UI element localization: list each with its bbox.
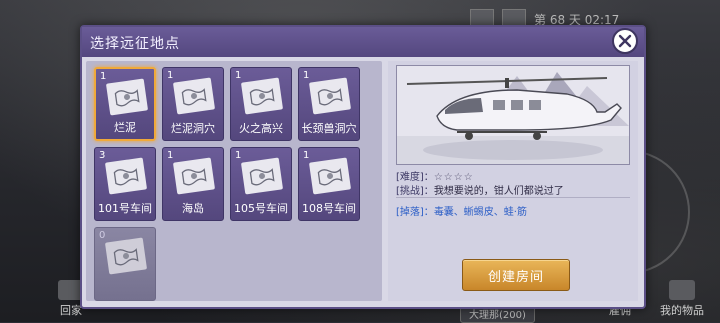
location-tile[interactable]: 1 烂泥 bbox=[94, 67, 156, 141]
ticket-count: 1 bbox=[100, 71, 107, 82]
close-button[interactable] bbox=[612, 28, 638, 54]
location-tile[interactable]: 1 105号车间 bbox=[230, 147, 292, 221]
location-tile[interactable]: 1 烂泥洞穴 bbox=[162, 67, 224, 141]
drops-label: [掉落]： bbox=[396, 207, 434, 218]
close-x-icon bbox=[618, 34, 632, 48]
location-name: 105号车间 bbox=[234, 202, 288, 215]
items-button[interactable]: 我的物品 bbox=[658, 280, 706, 318]
map-scroll-icon bbox=[172, 77, 216, 115]
ticket-count: 1 bbox=[167, 70, 174, 81]
ticket-count: 1 bbox=[235, 70, 242, 81]
location-tile[interactable]: 1 海岛 bbox=[162, 147, 224, 221]
location-name: 火之高兴 bbox=[239, 122, 283, 135]
map-scroll-icon bbox=[104, 237, 148, 275]
ticket-count: 1 bbox=[235, 150, 242, 161]
challenge-label: [挑战]： bbox=[396, 186, 434, 197]
ticket-count: 1 bbox=[303, 150, 310, 161]
location-name: 烂泥洞穴 bbox=[171, 122, 215, 135]
dialog-header: 选择远征地点 bbox=[82, 27, 644, 57]
ticket-count: 3 bbox=[99, 150, 106, 161]
drops-row: [掉落]：毒囊、蜥蜴皮、蛙·筋 bbox=[396, 203, 527, 218]
info-divider bbox=[396, 197, 630, 198]
home-label: 回家 bbox=[60, 304, 82, 317]
location-tile[interactable]: 0 bbox=[94, 227, 156, 301]
difficulty-row: [难度]：☆☆☆☆ bbox=[396, 168, 474, 183]
map-scroll-icon bbox=[308, 157, 352, 195]
location-grid: 1 烂泥 1 烂泥洞穴 1 火之高兴 1 长颈兽洞穴 3 101号车间 1 海岛 1 105号车间 1 108… bbox=[86, 61, 382, 301]
location-tile[interactable]: 1 长颈兽洞穴 bbox=[298, 67, 360, 141]
items-label: 我的物品 bbox=[660, 304, 704, 317]
location-tile[interactable]: 3 101号车间 bbox=[94, 147, 156, 221]
ticket-count: 1 bbox=[167, 150, 174, 161]
map-scroll-icon bbox=[172, 157, 216, 195]
location-name: 烂泥 bbox=[114, 121, 136, 134]
ticket-count: 1 bbox=[303, 70, 310, 81]
location-name: 海岛 bbox=[182, 202, 204, 215]
location-info-panel: [难度]：☆☆☆☆ [挑战]：我想要说的，钳人们都说过了 [掉落]：毒囊、蜥蜴皮… bbox=[388, 61, 638, 301]
location-preview-image bbox=[396, 65, 630, 165]
map-scroll-icon bbox=[308, 77, 352, 115]
map-scroll-icon bbox=[240, 157, 284, 195]
chest-icon bbox=[669, 280, 695, 300]
map-scroll-icon bbox=[240, 77, 284, 115]
ticket-count: 0 bbox=[99, 230, 106, 241]
challenge-row: [挑战]：我想要说的，钳人们都说过了 bbox=[396, 182, 564, 197]
location-name: 108号车间 bbox=[302, 202, 356, 215]
location-name: 101号车间 bbox=[98, 202, 152, 215]
helicopter-scene-image bbox=[397, 66, 629, 164]
drops-text: 毒囊、蜥蜴皮、蛙·筋 bbox=[433, 207, 527, 218]
map-scroll-icon bbox=[104, 157, 148, 195]
location-tile[interactable]: 1 108号车间 bbox=[298, 147, 360, 221]
expedition-dialog: 选择远征地点 1 烂泥 1 烂泥洞穴 1 火之高兴 1 长颈兽洞穴 3 101号车间 1 海岛 1 105… bbox=[80, 25, 646, 309]
map-scroll-icon bbox=[105, 78, 149, 116]
location-name: 长颈兽洞穴 bbox=[301, 122, 357, 135]
dialog-title: 选择远征地点 bbox=[90, 36, 180, 52]
location-tile[interactable]: 1 火之高兴 bbox=[230, 67, 292, 141]
challenge-text: 我想要说的，钳人们都说过了 bbox=[433, 186, 564, 197]
create-room-button[interactable]: 创建房间 bbox=[462, 259, 570, 291]
